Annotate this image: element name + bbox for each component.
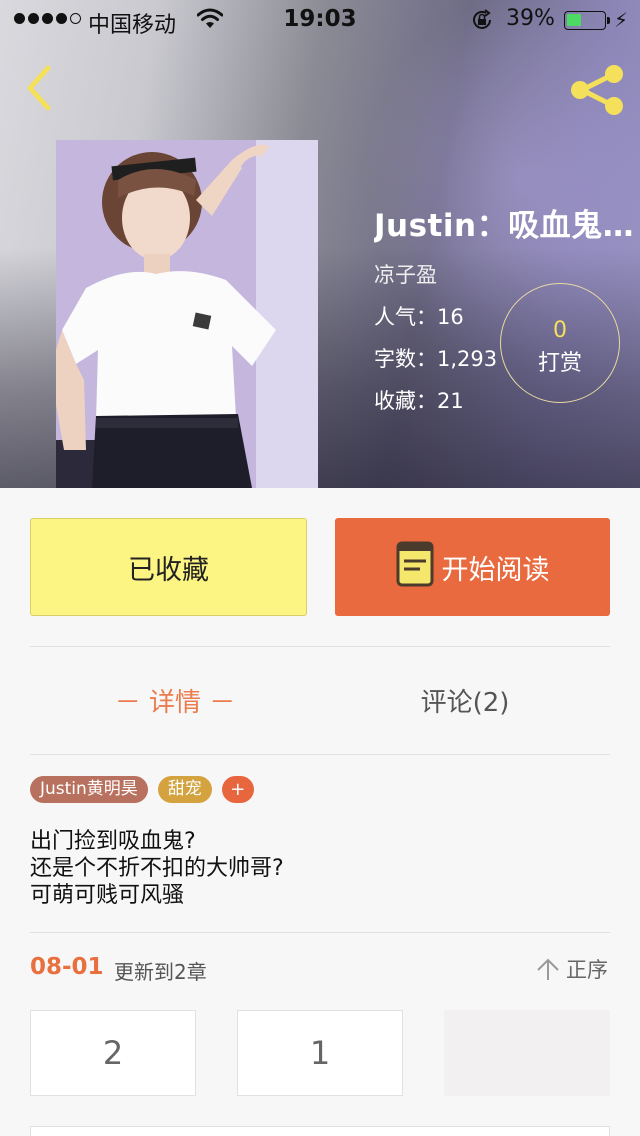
divider: [30, 646, 610, 647]
tag-chip[interactable]: 甜宠: [157, 776, 212, 803]
chapter-button[interactable]: 1: [237, 1010, 403, 1096]
back-button[interactable]: [18, 60, 62, 116]
tag-chip[interactable]: Justin黄明昊: [30, 776, 148, 803]
tab-comments[interactable]: 评论(2): [330, 682, 600, 719]
tip-label: 打赏: [537, 351, 582, 376]
summary-line: 出门捡到吸血鬼?: [30, 829, 196, 854]
chapter-list-more: [30, 1126, 610, 1136]
status-bar: 中国移动 19:03 39% ⚡: [0, 0, 640, 40]
tab-details[interactable]: － 详情 －: [0, 682, 350, 719]
share-button[interactable]: [568, 64, 628, 116]
divider: [30, 932, 610, 933]
summary-line: 还是个不折不扣的大帅哥?: [30, 856, 284, 881]
chevron-left-icon: [27, 65, 51, 111]
summary-line: 可萌可贱可风骚: [30, 883, 185, 908]
tip-button[interactable]: 0 打赏: [500, 283, 620, 403]
book-cover-image[interactable]: [56, 140, 318, 488]
favorited-button[interactable]: 已收藏: [30, 518, 307, 616]
arrow-up-icon: [537, 958, 559, 980]
charging-icon: ⚡: [614, 8, 629, 32]
battery-percent: 39%: [506, 6, 555, 31]
start-reading-button[interactable]: 开始阅读: [335, 518, 610, 616]
battery-tip: [607, 17, 610, 24]
tag-list: Justin黄明昊 甜宠 +: [30, 776, 254, 803]
battery-icon: [564, 11, 606, 30]
cover-photo: [56, 140, 318, 488]
divider: [30, 754, 610, 755]
favorited-label: 已收藏: [128, 554, 209, 586]
sort-order-label: 正序: [566, 958, 608, 982]
update-date: 08-01: [30, 954, 104, 980]
battery-fill: [567, 14, 581, 26]
book-icon: [396, 541, 434, 594]
tip-count: 0: [553, 318, 567, 343]
book-header: 中国移动 19:03 39% ⚡ Justin：吸血鬼… 凉子盈 人气：16 字…: [0, 0, 640, 488]
chapter-placeholder: [444, 1010, 610, 1096]
start-reading-label: 开始阅读: [441, 554, 550, 586]
add-tag-button[interactable]: +: [221, 776, 254, 803]
share-icon: [571, 65, 623, 115]
chapter-button[interactable]: 2: [30, 1010, 196, 1096]
book-summary: 出门捡到吸血鬼? 还是个不折不扣的大帅哥? 可萌可贱可风骚: [30, 828, 284, 909]
rotation-lock-icon: [470, 8, 494, 36]
update-text: 更新到2章: [114, 960, 207, 984]
author-name[interactable]: 凉子盈: [374, 259, 636, 289]
sort-order-button[interactable]: 正序: [536, 954, 608, 984]
book-title: Justin：吸血鬼…: [374, 208, 635, 244]
